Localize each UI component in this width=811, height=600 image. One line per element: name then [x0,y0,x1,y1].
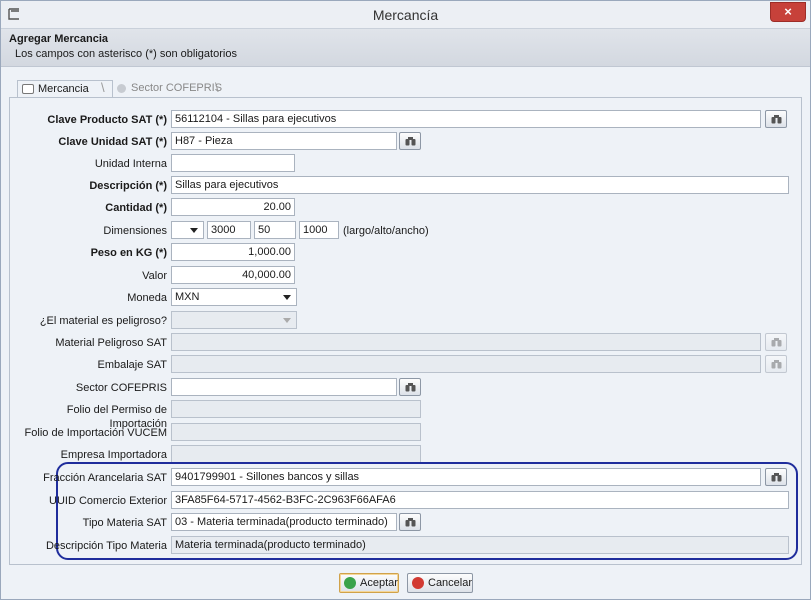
tipo-materia-label: Tipo Materia SAT [82,517,167,529]
dimensiones-label: Dimensiones [103,225,167,237]
header-subtitle: Los campos con asterisco (*) son obligat… [15,48,237,60]
header-band: Agregar Mercancia Los campos con asteris… [1,29,810,67]
alto-field[interactable]: 50 [254,221,296,239]
folio-vucem-field[interactable] [171,423,421,441]
tab-mercancia[interactable]: Mercancia [17,80,113,98]
cancel-label: Cancelar [428,577,473,589]
folio-vucem-label: Folio de Importación VUCEM [24,427,167,439]
clave-producto-label: Clave Producto SAT (*) [47,114,167,126]
accept-button[interactable]: Aceptar [339,573,399,593]
peso-field[interactable]: 1,000.00 [171,243,295,261]
embalaje-search-button[interactable] [765,355,787,373]
moneda-select[interactable]: MXN [171,288,297,306]
tab-sector-cofepris[interactable]: Sector COFEPRIS [111,80,223,98]
close-button[interactable]: × [770,2,806,22]
binoculars-icon [771,338,782,347]
descripcion-label: Descripción (*) [89,180,167,192]
window-title: Mercancía [372,7,439,23]
tab-mercancia-label: Mercancia [38,83,89,95]
desc-tipo-materia-label: Descripción Tipo Materia [45,540,167,552]
clave-producto-search-button[interactable] [765,110,787,128]
binoculars-icon [771,360,782,369]
material-peligroso-label: Material Peligroso SAT [55,337,167,349]
form-icon [22,84,34,94]
desc-tipo-materia-field[interactable]: Materia terminada(producto terminado) [171,536,789,554]
cantidad-label: Cantidad (*) [105,202,167,214]
material-peligroso-field[interactable] [171,333,761,351]
moneda-label: Moneda [127,292,167,304]
fraccion-label: Fracción Arancelaria SAT [43,472,167,484]
fraccion-field[interactable]: 9401799901 - Sillones bancos y sillas [171,468,761,486]
empresa-importadora-field[interactable] [171,445,421,463]
circle-icon [117,84,126,93]
ancho-field[interactable]: 1000 [299,221,339,239]
check-icon [344,577,356,589]
binoculars-icon [771,473,782,482]
tab-sector-cofepris-label: Sector COFEPRIS [131,82,223,94]
chevron-down-icon [283,318,291,323]
valor-field[interactable]: 40,000.00 [171,266,295,284]
uuid-label: UUID Comercio Exterior [49,495,167,507]
peligroso-select[interactable] [171,311,297,329]
clave-unidad-field[interactable]: H87 - Pieza [171,132,397,150]
sector-cofepris-field[interactable] [171,378,397,396]
dialog-window: Mercancía × Agregar Mercancia Los campos… [0,0,811,600]
valor-label: Valor [142,270,167,282]
binoculars-icon [771,115,782,124]
accept-label: Aceptar [360,577,398,589]
uuid-field[interactable]: 3FA85F64-5717-4562-B3FC-2C963F66AFA6 [171,491,789,509]
folio-permiso-label: Folio del Permiso de Importación [66,404,167,430]
tipo-materia-field[interactable]: 03 - Materia terminada(producto terminad… [171,513,397,531]
embalaje-label: Embalaje SAT [97,359,168,371]
cancel-button[interactable]: Cancelar [407,573,473,593]
clave-producto-field[interactable]: 56112104 - Sillas para ejecutivos [171,110,761,128]
binoculars-icon [405,383,416,392]
unidad-interna-field[interactable] [171,154,295,172]
fraccion-search-button[interactable] [765,468,787,486]
folio-permiso-field[interactable] [171,400,421,418]
unidad-interna-label: Unidad Interna [94,158,167,170]
chevron-down-icon [283,295,291,300]
header-title: Agregar Mercancia [9,33,109,45]
sector-cofepris-label: Sector COFEPRIS [75,382,167,394]
cancel-icon [412,577,424,589]
descripcion-field[interactable]: Sillas para ejecutivos [171,176,789,194]
moneda-value: MXN [175,291,200,303]
embalaje-field[interactable] [171,355,761,373]
tipo-materia-search-button[interactable] [399,513,421,531]
peligroso-label: ¿El material es peligroso? [39,315,167,327]
dimensiones-hint: (largo/alto/ancho) [343,225,429,237]
binoculars-icon [405,518,416,527]
clave-unidad-search-button[interactable] [399,132,421,150]
sector-cofepris-search-button[interactable] [399,378,421,396]
cantidad-field[interactable]: 20.00 [171,198,295,216]
tab-separator: \ [215,80,219,95]
dimensiones-unit-select[interactable] [171,221,204,239]
empresa-importadora-label: Empresa Importadora [60,449,167,461]
material-peligroso-search-button[interactable] [765,333,787,351]
binoculars-icon [405,137,416,146]
tab-separator: \ [101,80,105,95]
peso-label: Peso en KG (*) [90,247,167,259]
clave-unidad-label: Clave Unidad SAT (*) [58,136,167,148]
title-bar[interactable]: Mercancía × [1,1,810,29]
largo-field[interactable]: 3000 [207,221,251,239]
chevron-down-icon [190,228,198,233]
